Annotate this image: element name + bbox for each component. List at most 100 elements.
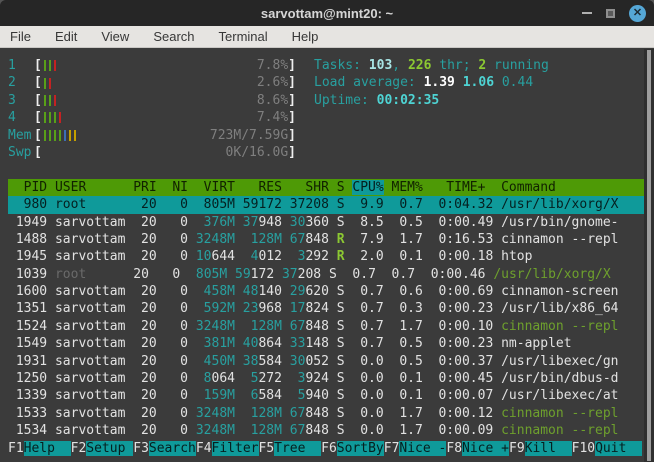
- fnlabel-F2[interactable]: Setup: [86, 441, 133, 456]
- meter-open-bracket: [: [34, 109, 42, 126]
- meter-line: 4[7.4%]: [8, 109, 644, 126]
- fnkey-F7[interactable]: F7: [384, 441, 400, 456]
- fnkey-F8[interactable]: F8: [446, 441, 462, 456]
- minimize-button[interactable]: [582, 12, 592, 14]
- text-segment: 30: [290, 215, 306, 230]
- menu-item-help[interactable]: Help: [292, 29, 319, 44]
- text-segment: 360 S 8.5 0.5 0:00.49 /usr/bin/gnome-: [305, 215, 618, 230]
- meter-bar: [44, 130, 46, 141]
- titlebar[interactable]: sarvottam@mint20: ~ ✕: [0, 0, 654, 26]
- meter-1: 1[7.8%]: [8, 57, 296, 74]
- text-segment: ,: [392, 58, 408, 73]
- meter-value: 0K/16.0G: [226, 144, 289, 161]
- text-segment: 376M 37: [196, 215, 259, 230]
- close-button[interactable]: ✕: [629, 5, 646, 22]
- column-headers[interactable]: MEM% TIME+ Command: [384, 180, 556, 195]
- fnlabel-F3[interactable]: Search: [149, 441, 196, 456]
- function-key-bar: F1Help F2Setup F3SearchF4FilterF5Tree F6…: [8, 440, 644, 457]
- meter-line: 1[7.8%]Tasks: 103, 226 thr; 2 running: [8, 57, 644, 74]
- meter-label: 4: [8, 109, 34, 126]
- menu-item-terminal[interactable]: Terminal: [219, 29, 268, 44]
- menu-item-file[interactable]: File: [10, 29, 31, 44]
- meter-open-bracket: [: [34, 57, 42, 74]
- meters-and-summary: 1[7.8%]Tasks: 103, 226 thr; 2 running2[2…: [8, 57, 644, 161]
- meter-bar: [54, 130, 56, 141]
- meter-2: 2[2.6%]: [8, 74, 296, 91]
- fnlabel-F6[interactable]: SortBy: [337, 441, 384, 456]
- meter-3: 3[8.6%]: [8, 92, 296, 109]
- fnlabel-F5[interactable]: Tree: [274, 441, 321, 456]
- fnlabel-F7[interactable]: Nice -: [399, 441, 446, 456]
- menu-item-edit[interactable]: Edit: [55, 29, 77, 44]
- process-row-1945[interactable]: 1945 sarvottam 20 0 10644 4012 3292 R 2.…: [8, 248, 644, 265]
- terminal-screen[interactable]: 1[7.8%]Tasks: 103, 226 thr; 2 running2[2…: [0, 49, 644, 462]
- fnkey-F3[interactable]: F3: [133, 441, 149, 456]
- text-segment: 1949 sarvottam 20 0: [8, 215, 196, 230]
- text-segment: 00:02:35: [377, 93, 440, 108]
- text-segment: Load average:: [314, 75, 424, 90]
- meter-line: 3[8.6%]Uptime: 00:02:35: [8, 92, 644, 109]
- column-headers[interactable]: PID USER PRI NI VIRT RES SHR S: [8, 180, 352, 195]
- process-row-1488[interactable]: 1488 sarvottam 20 0 3248M 128M 67848 R 7…: [8, 231, 644, 248]
- text-segment: 0.44: [502, 75, 533, 90]
- scrollbar[interactable]: [644, 49, 654, 462]
- maximize-button[interactable]: [606, 9, 615, 18]
- meter-open-bracket: [: [34, 92, 42, 109]
- text-segment: 2.0 0.1 0:00.18 htop: [345, 249, 533, 264]
- fnkey-F5[interactable]: F5: [259, 441, 275, 456]
- text-segment: 1.39: [424, 75, 463, 90]
- text-segment: R: [337, 249, 345, 264]
- process-row-1949[interactable]: 1949 sarvottam 20 0 376M 37948 30360 S 8…: [8, 214, 644, 231]
- summary-load-average: Load average: 1.39 1.06 0.44: [314, 74, 533, 91]
- fnlabel-F4[interactable]: Filter: [212, 441, 259, 456]
- process-row-1533[interactable]: 1533 sarvottam 20 0 3248M 128M 67848 S 0…: [8, 405, 644, 422]
- meter-body: 723M/7.59G: [42, 127, 288, 144]
- fnlabel-F1[interactable]: Help: [24, 441, 71, 456]
- meter-bar: [54, 95, 56, 106]
- meter-close-bracket: ]: [288, 74, 296, 91]
- fnkey-F10[interactable]: F10: [572, 441, 595, 456]
- scrollbar-thumb[interactable]: [647, 50, 651, 461]
- fnlabel-F9[interactable]: Kill: [525, 441, 572, 456]
- meter-value: 723M/7.59G: [210, 127, 288, 144]
- fnkey-F6[interactable]: F6: [321, 441, 337, 456]
- meter-body: 7.4%: [42, 109, 288, 126]
- process-row-1931[interactable]: 1931 sarvottam 20 0 450M 38584 30052 S 0…: [8, 353, 644, 370]
- text-segment: 450M 38: [196, 354, 259, 369]
- process-row-980[interactable]: 980 root 20 0 805M 59172 37208 S 9.9 0.7…: [8, 196, 644, 213]
- meter-open-bracket: [: [34, 74, 42, 91]
- meter-value: 7.8%: [257, 57, 288, 74]
- text-segment: 592M 23: [196, 301, 259, 316]
- meter-value: 2.6%: [257, 74, 288, 91]
- meter-label: 1: [8, 57, 34, 74]
- table-header-row: PID USER PRI NI VIRT RES SHR S CPU% MEM%…: [8, 179, 644, 196]
- text-segment: 848 S 0.7 1.7 0:00.10: [305, 319, 501, 334]
- meter-bar: [59, 130, 61, 141]
- meter-4: 4[7.4%]: [8, 109, 296, 126]
- meter-line: 2[2.6%] Load average: 1.39 1.06 0.44: [8, 74, 644, 91]
- fnlabel-F10[interactable]: Quit: [595, 441, 642, 456]
- process-row-1549[interactable]: 1549 sarvottam 20 0 381M 40864 33148 S 0…: [8, 335, 644, 352]
- process-row-1534[interactable]: 1534 sarvottam 20 0 3248M 128M 67848 S 0…: [8, 422, 644, 439]
- text-segment: 584: [258, 388, 297, 403]
- menu-item-search[interactable]: Search: [153, 29, 194, 44]
- process-row-1351[interactable]: 1351 sarvottam 20 0 592M 23968 17824 S 0…: [8, 300, 644, 317]
- text-segment: 980 root 20 0 805M 59172 37208 S 9.9 0.7…: [8, 197, 618, 212]
- fnlabel-F8[interactable]: Nice +: [462, 441, 509, 456]
- menu-item-view[interactable]: View: [101, 29, 129, 44]
- process-row-1524[interactable]: 1524 sarvottam 20 0 3248M 128M 67848 S 0…: [8, 318, 644, 335]
- meter-open-bracket: [: [34, 127, 42, 144]
- process-row-1600[interactable]: 1600 sarvottam 20 0 458M 48140 29620 S 0…: [8, 283, 644, 300]
- text-segment: 3248M 128M 67: [196, 423, 306, 438]
- fnkey-F9[interactable]: F9: [509, 441, 525, 456]
- fnkey-F2[interactable]: F2: [71, 441, 87, 456]
- meter-bar: [44, 78, 46, 89]
- process-row-1339[interactable]: 1339 sarvottam 20 0 159M 6584 5940 S 0.0…: [8, 387, 644, 404]
- sort-column-header[interactable]: CPU%: [352, 180, 383, 195]
- meter-bars: [42, 112, 61, 123]
- meter-body: 2.6%: [42, 74, 288, 91]
- process-row-1250[interactable]: 1250 sarvottam 20 0 8064 5272 3924 S 0.0…: [8, 370, 644, 387]
- fnkey-F1[interactable]: F1: [8, 441, 24, 456]
- fnkey-F4[interactable]: F4: [196, 441, 212, 456]
- process-row-1039[interactable]: 1039 root 20 0 805M 59172 37208 S 0.7 0.…: [8, 266, 644, 283]
